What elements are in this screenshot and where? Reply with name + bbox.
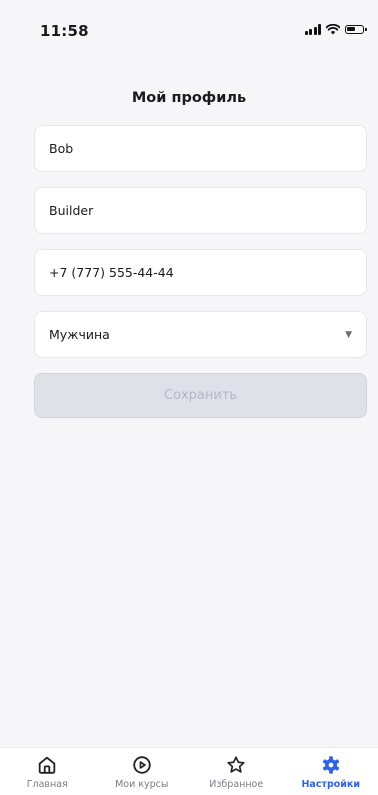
battery-icon: [345, 25, 367, 34]
first-name-input[interactable]: [49, 141, 352, 156]
first-name-field[interactable]: [34, 125, 367, 172]
tab-my-courses-label: Мои курсы: [115, 779, 169, 790]
save-button[interactable]: Сохранить: [34, 373, 367, 418]
chevron-down-icon: ▼: [345, 329, 352, 340]
home-icon: [39, 756, 56, 774]
play-circle-icon: [133, 756, 151, 774]
tab-favorites[interactable]: Избранное: [189, 748, 283, 795]
gear-icon: [322, 756, 339, 774]
phone-field[interactable]: [34, 249, 367, 296]
tab-favorites-label: Избранное: [209, 779, 264, 790]
phone-input[interactable]: [49, 265, 352, 280]
tab-bar: Главная Мои курсы Избранное Настройки: [0, 747, 378, 795]
page-title: Мой профиль: [131, 90, 247, 106]
status-bar: 11:58: [0, 0, 378, 60]
tab-settings-label: Настройки: [301, 779, 361, 790]
tab-my-courses[interactable]: Мои курсы: [95, 748, 189, 795]
tab-settings[interactable]: Настройки: [284, 748, 378, 795]
status-icons: [304, 24, 367, 35]
last-name-input[interactable]: [49, 203, 352, 218]
gender-select[interactable]: Мужчина ▼: [34, 311, 367, 358]
wifi-icon: [326, 24, 340, 35]
status-time: 11:58: [40, 22, 89, 40]
gender-select-value: Мужчина: [49, 327, 110, 342]
tab-home[interactable]: Главная: [0, 748, 94, 795]
last-name-field[interactable]: [34, 187, 367, 234]
star-icon: [227, 756, 245, 773]
signal-icon: [304, 24, 321, 35]
tab-home-label: Главная: [26, 779, 68, 790]
